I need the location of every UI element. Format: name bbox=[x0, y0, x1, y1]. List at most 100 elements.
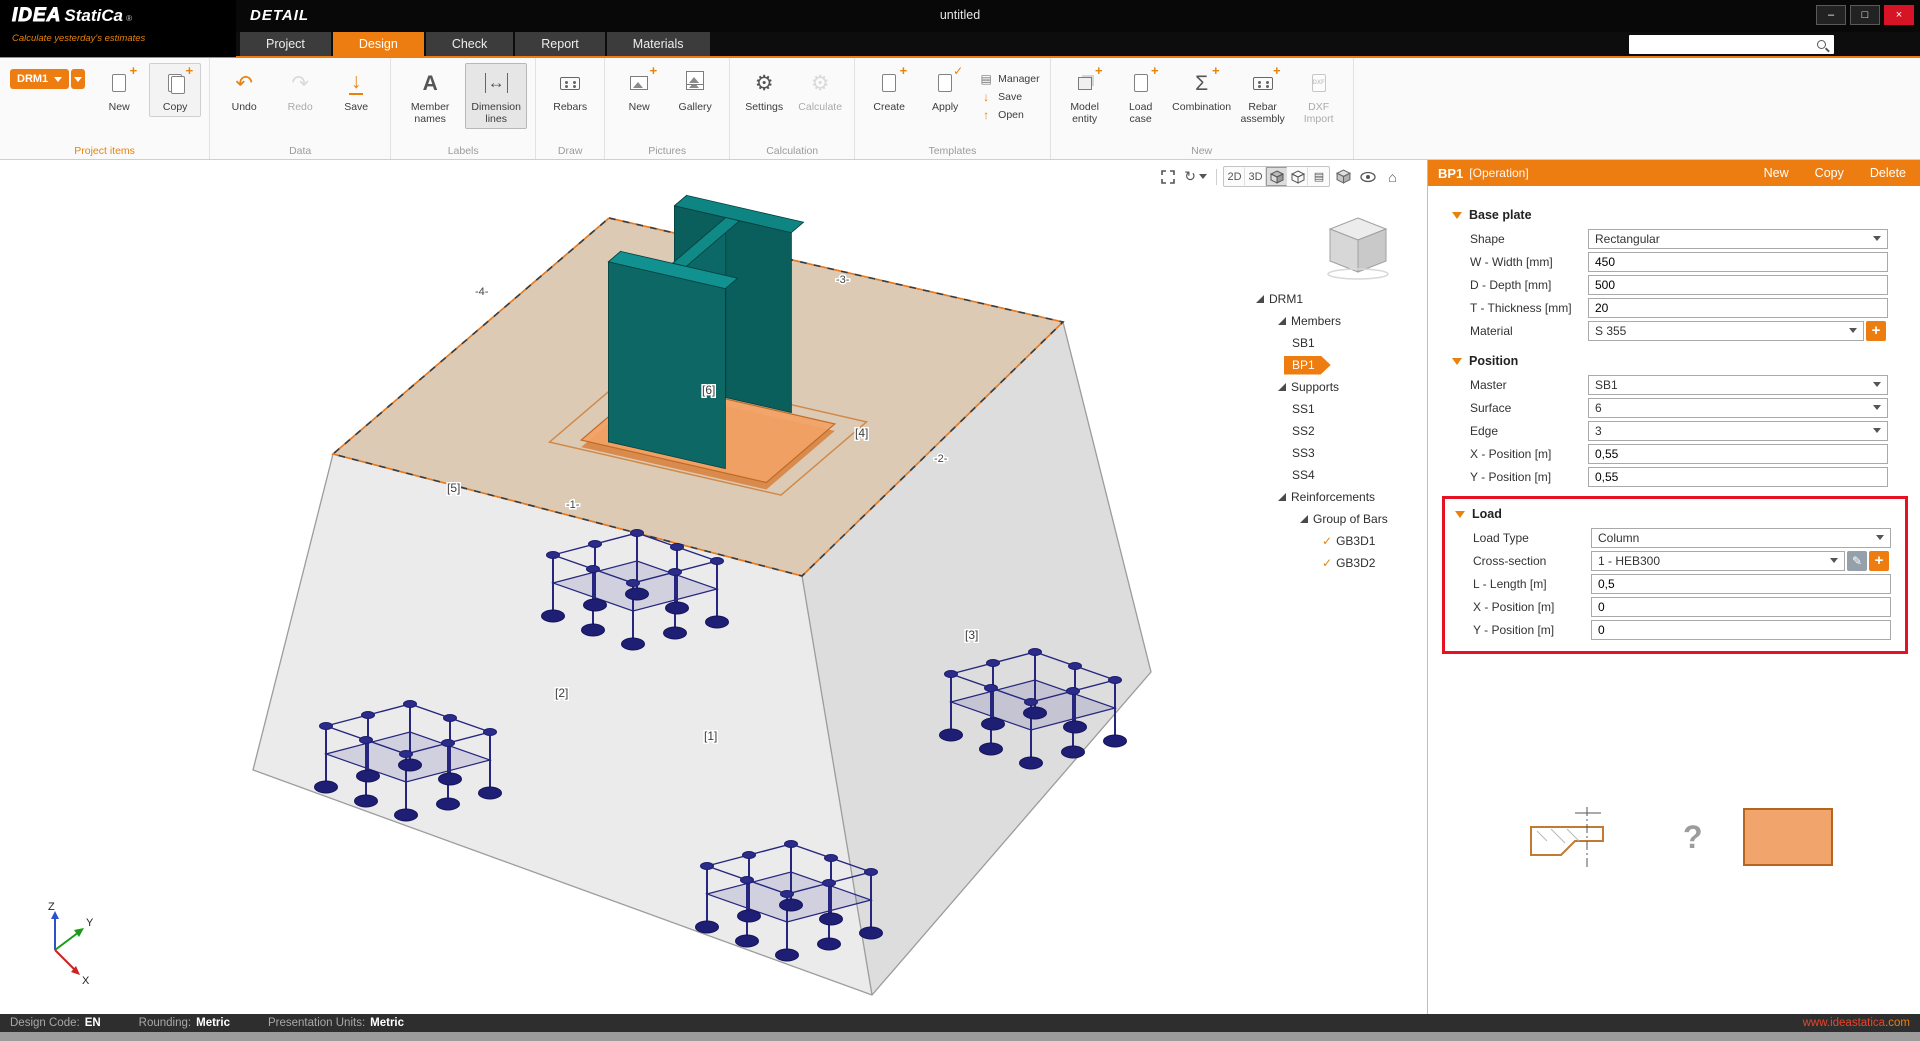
section-position[interactable]: Position bbox=[1428, 342, 1920, 373]
edge-label-1: -1- bbox=[566, 499, 580, 511]
section-base-plate[interactable]: Base plate bbox=[1428, 196, 1920, 227]
tree-item-group-of-bars[interactable]: Group of Bars bbox=[1248, 508, 1424, 530]
tab-check[interactable]: Check bbox=[426, 32, 513, 56]
expander-icon[interactable] bbox=[1278, 383, 1286, 391]
length-input[interactable] bbox=[1591, 574, 1891, 594]
surface-select[interactable]: 6 bbox=[1588, 398, 1888, 418]
load-y-position-input[interactable] bbox=[1591, 620, 1891, 640]
create-template-button[interactable]: + Create bbox=[863, 63, 915, 117]
tree-item-drm1[interactable]: DRM1 bbox=[1248, 288, 1424, 310]
field-cross-section: Cross-section 1 - HEB300 ✎ + bbox=[1445, 549, 1899, 572]
chevron-down-icon bbox=[74, 77, 82, 82]
new-picture-button[interactable]: + New bbox=[613, 63, 665, 117]
expander-icon[interactable] bbox=[1256, 295, 1264, 303]
tree-item-ss2[interactable]: SS2 bbox=[1248, 420, 1424, 442]
axonometry-view-button[interactable] bbox=[1266, 167, 1287, 186]
copy-project-item-button[interactable]: + Copy bbox=[149, 63, 201, 117]
gallery-button[interactable]: Gallery bbox=[669, 63, 721, 117]
view-3d-button[interactable]: 3D bbox=[1245, 167, 1266, 186]
tree-item-sb1[interactable]: SB1 bbox=[1248, 332, 1424, 354]
tree-item-ss1[interactable]: SS1 bbox=[1248, 398, 1424, 420]
nav-cube[interactable] bbox=[1318, 212, 1398, 282]
template-save-button[interactable]: ↓ Save bbox=[979, 89, 1039, 104]
brand-tagline: Calculate yesterday's estimates bbox=[12, 33, 226, 44]
redo-icon: ↷ bbox=[291, 73, 309, 94]
camera-view-button[interactable] bbox=[1357, 167, 1379, 186]
tree-item-members[interactable]: Members bbox=[1248, 310, 1424, 332]
group-label-calculation: Calculation bbox=[730, 145, 854, 157]
view-2d-button[interactable]: 2D bbox=[1224, 167, 1245, 186]
checkbox-checked-icon[interactable]: ✓ bbox=[1322, 556, 1332, 570]
load-x-position-input[interactable] bbox=[1591, 597, 1891, 617]
new-project-item-button[interactable]: + New bbox=[93, 63, 145, 117]
shape-select[interactable]: Rectangular bbox=[1588, 229, 1888, 249]
chevron-down-icon bbox=[1873, 236, 1881, 241]
combination-button[interactable]: Σ + Combination bbox=[1171, 63, 1233, 117]
thickness-input[interactable] bbox=[1588, 298, 1888, 318]
cross-section-edit-button[interactable]: ✎ bbox=[1847, 551, 1867, 571]
rotate-view-button[interactable]: ↻ bbox=[1181, 167, 1210, 186]
cross-section-add-button[interactable]: + bbox=[1869, 551, 1889, 571]
tree-item-ss3[interactable]: SS3 bbox=[1248, 442, 1424, 464]
panel-delete-button[interactable]: Delete bbox=[1870, 166, 1906, 180]
section-load[interactable]: Load bbox=[1445, 499, 1899, 526]
viewport-3d[interactable]: [1] [2] [3] [4] [5] [6] -1- -2- -3- -4- bbox=[0, 160, 1427, 1014]
cross-section-select[interactable]: 1 - HEB300 bbox=[1591, 551, 1845, 571]
tree-item-reinforcements[interactable]: Reinforcements bbox=[1248, 486, 1424, 508]
depth-input[interactable] bbox=[1588, 275, 1888, 295]
sigma-icon: Σ bbox=[1195, 73, 1208, 94]
tab-design[interactable]: Design bbox=[333, 32, 424, 56]
rebars-button[interactable]: Rebars bbox=[544, 63, 596, 117]
close-button[interactable]: × bbox=[1884, 5, 1914, 25]
panel-new-button[interactable]: New bbox=[1764, 166, 1789, 180]
y-position-input[interactable] bbox=[1588, 467, 1888, 487]
tree-item-gb3d1[interactable]: ✓ GB3D1 bbox=[1248, 530, 1424, 552]
model-entity-button[interactable]: + Model entity bbox=[1059, 63, 1111, 129]
search-input[interactable] bbox=[1629, 37, 1817, 52]
expander-icon[interactable] bbox=[1278, 493, 1286, 501]
tab-materials[interactable]: Materials bbox=[607, 32, 710, 56]
fit-view-button[interactable] bbox=[1157, 167, 1178, 186]
apply-template-button[interactable]: ✓ Apply bbox=[919, 63, 971, 117]
layers-view-button[interactable]: ▤ bbox=[1308, 167, 1329, 186]
project-item-selector-caret[interactable] bbox=[71, 69, 85, 89]
master-select[interactable]: SB1 bbox=[1588, 375, 1888, 395]
material-add-button[interactable]: + bbox=[1866, 321, 1886, 341]
undo-button[interactable]: ↶ Undo bbox=[218, 63, 270, 117]
load-type-select[interactable]: Column bbox=[1591, 528, 1891, 548]
tree-item-ss4[interactable]: SS4 bbox=[1248, 464, 1424, 486]
settings-button[interactable]: ⚙ Settings bbox=[738, 63, 790, 117]
checkbox-checked-icon[interactable]: ✓ bbox=[1322, 534, 1332, 548]
rebar-assembly-button[interactable]: + Rebar assembly bbox=[1237, 63, 1289, 129]
template-open-button[interactable]: ↑ Open bbox=[979, 107, 1039, 122]
chevron-down-icon bbox=[1876, 535, 1884, 540]
dimension-lines-button[interactable]: ↔ Dimension lines bbox=[465, 63, 527, 129]
expander-icon[interactable] bbox=[1278, 317, 1286, 325]
edge-select[interactable]: 3 bbox=[1588, 421, 1888, 441]
expander-icon[interactable] bbox=[1300, 515, 1308, 523]
width-input[interactable] bbox=[1588, 252, 1888, 272]
template-manager-button[interactable]: ▤ Manager bbox=[979, 71, 1039, 86]
group-label-labels: Labels bbox=[391, 145, 535, 157]
save-button[interactable]: ↓ Save bbox=[330, 63, 382, 117]
maximize-button[interactable]: □ bbox=[1850, 5, 1880, 25]
tree-item-gb3d2[interactable]: ✓ GB3D2 bbox=[1248, 552, 1424, 574]
panel-copy-button[interactable]: Copy bbox=[1815, 166, 1844, 180]
tab-report[interactable]: Report bbox=[515, 32, 605, 56]
x-position-input[interactable] bbox=[1588, 444, 1888, 464]
perspective-view-button[interactable] bbox=[1287, 167, 1308, 186]
scene-3d[interactable]: [1] [2] [3] [4] [5] [6] -1- -2- -3- -4- bbox=[0, 160, 1427, 1014]
project-item-selector[interactable]: DRM1 bbox=[10, 69, 69, 89]
minimize-button[interactable]: – bbox=[1816, 5, 1846, 25]
website-link[interactable]: www.ideastatica.com bbox=[1803, 1017, 1910, 1029]
tab-project[interactable]: Project bbox=[240, 32, 331, 56]
plus-icon: + bbox=[1273, 64, 1281, 77]
tree-item-supports[interactable]: Supports bbox=[1248, 376, 1424, 398]
solid-view-button[interactable] bbox=[1333, 167, 1354, 186]
home-view-button[interactable]: ⌂ bbox=[1382, 167, 1403, 186]
group-label-project-items: Project items bbox=[0, 145, 209, 157]
member-names-button[interactable]: A Member names bbox=[399, 63, 461, 129]
tree-item-bp1[interactable]: BP1 bbox=[1248, 354, 1424, 376]
material-select[interactable]: S 355 bbox=[1588, 321, 1864, 341]
search-icon[interactable] bbox=[1817, 40, 1826, 49]
